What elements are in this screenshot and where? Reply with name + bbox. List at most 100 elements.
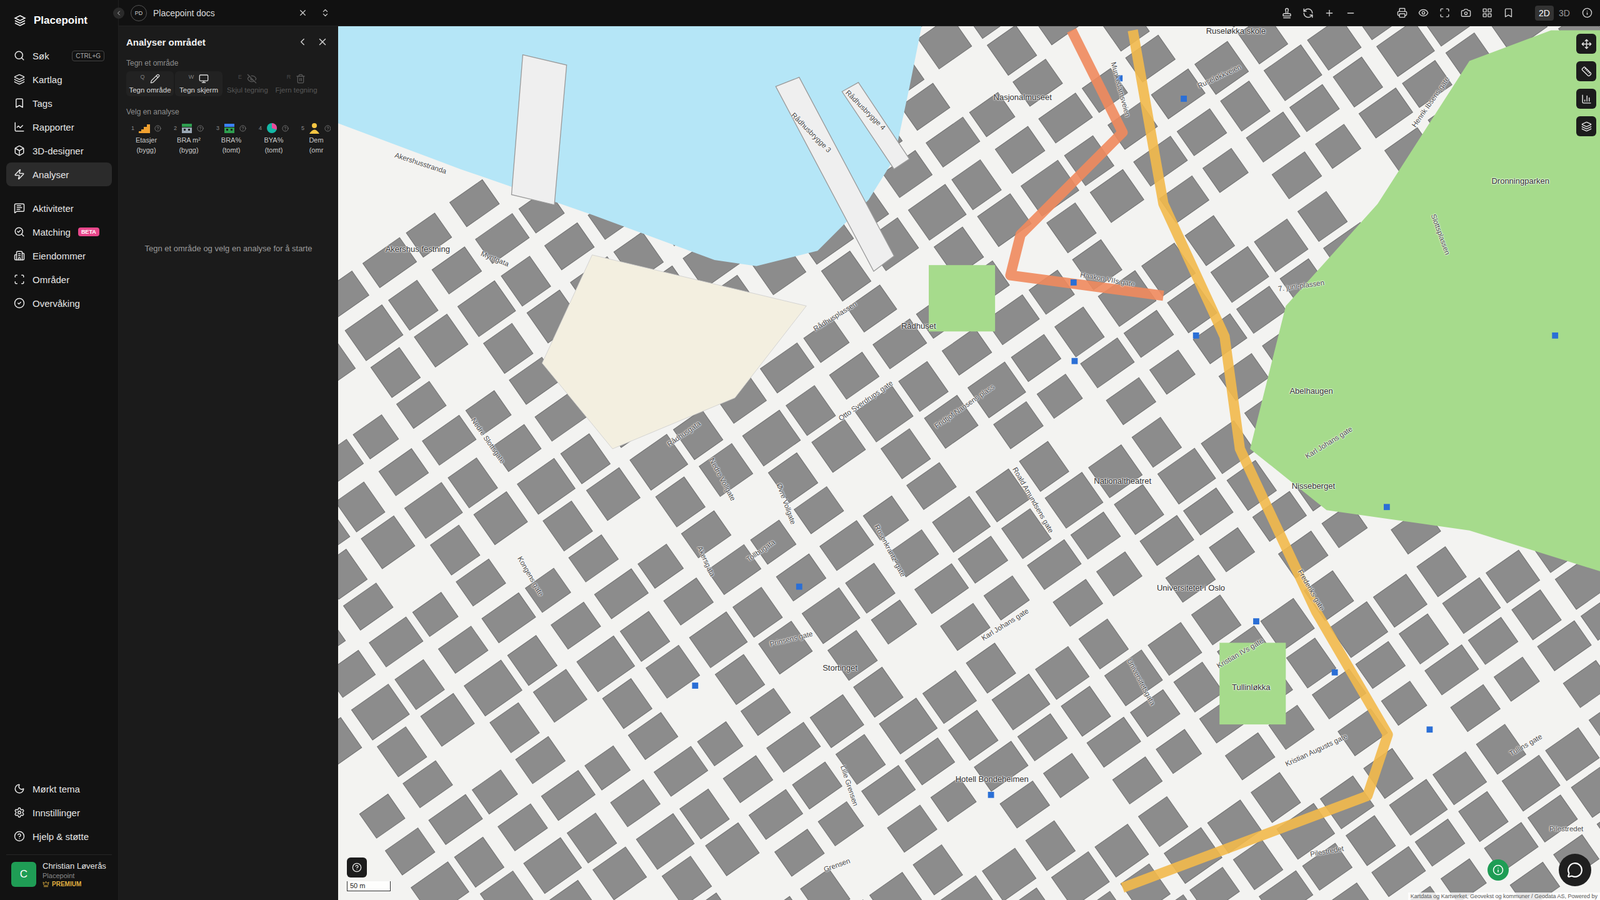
- draw-tool-button[interactable]: ESkjul tegning: [223, 71, 272, 97]
- map-canvas[interactable]: [338, 26, 1600, 900]
- map[interactable]: Ruseløkka skoleNasjonalmuseetMunkedamsve…: [338, 26, 1600, 900]
- help-icon[interactable]: [281, 125, 289, 132]
- view-mode-toggle: 2D3D: [1535, 5, 1574, 21]
- toolbar-button[interactable]: [1342, 5, 1359, 22]
- toolbar-button[interactable]: [1457, 5, 1474, 22]
- street-label: Rådhusplassen: [811, 300, 859, 333]
- sidebar-item[interactable]: Rapporter: [6, 115, 112, 139]
- map-tool-button[interactable]: [1576, 61, 1597, 82]
- user-name: Christian Løverås: [42, 861, 107, 871]
- analysis-label: BYA%: [264, 136, 284, 145]
- draw-tool-button[interactable]: RFjern tegning: [272, 71, 320, 97]
- sidebar-item[interactable]: Mørkt tema: [6, 776, 112, 801]
- help-icon[interactable]: [324, 125, 331, 132]
- sidebar-item[interactable]: Hjelp & støtte: [6, 824, 112, 849]
- place-label: Abelhaugen: [1289, 386, 1333, 396]
- sidebar-item[interactable]: Kartlag: [6, 67, 112, 92]
- analysis-card[interactable]: 4BYA%(tomt): [253, 120, 294, 157]
- close-workspace-button[interactable]: [294, 5, 311, 22]
- view-mode-button[interactable]: 2D: [1535, 5, 1554, 21]
- sidebar-item-label: Aktiviteter: [32, 203, 74, 214]
- street-label: 7. juni-plassen: [1277, 278, 1325, 293]
- sidebar-item[interactable]: Aktiviteter: [6, 196, 112, 220]
- sidebar-item[interactable]: Eiendommer: [6, 243, 112, 268]
- sidebar-item[interactable]: Analyser: [6, 162, 112, 187]
- toolbar-button[interactable]: [1278, 5, 1295, 22]
- collapse-button[interactable]: [113, 7, 125, 19]
- sidebar-item-label: Søk: [32, 50, 50, 62]
- analysis-panel: Analyser områdetTegn et områdeQTegn områ…: [118, 26, 339, 900]
- draw-tool-label: Skjul tegning: [226, 86, 269, 94]
- chat-button[interactable]: [1558, 853, 1592, 887]
- map-tool-button[interactable]: [1576, 116, 1597, 137]
- place-label: Akershus festning: [385, 244, 450, 254]
- user-card[interactable]: CChristian LøveråsPlacepointPREMIUM: [6, 854, 112, 894]
- logo[interactable]: Placepoint: [6, 11, 112, 30]
- screen-icon: [198, 73, 209, 84]
- analysis-label: Etasjer: [135, 136, 157, 145]
- toolbar-button[interactable]: [1300, 5, 1317, 22]
- workspace-switch-button[interactable]: [316, 5, 334, 22]
- sidebar-item[interactable]: MatchingBETA: [6, 220, 112, 244]
- toolbar-button[interactable]: [1500, 5, 1517, 22]
- analysis-number: 4: [258, 125, 262, 132]
- people-icon: [307, 121, 322, 135]
- stairs-icon: [137, 121, 152, 135]
- sidebar-item[interactable]: Innstillinger: [6, 800, 112, 825]
- view-mode-button[interactable]: 3D: [1555, 5, 1574, 21]
- info-button[interactable]: [1487, 859, 1509, 881]
- map-help-button[interactable]: [346, 857, 367, 878]
- bottom-nav: Mørkt temaInnstillingerHjelp & støtte: [6, 776, 112, 849]
- layers-icon: [1581, 121, 1592, 132]
- analysis-card[interactable]: 2BRA m²(bygg): [168, 120, 209, 157]
- map-toolbar: [1576, 33, 1597, 137]
- toolbar-button[interactable]: [1393, 5, 1410, 22]
- toolbar-button[interactable]: [1321, 5, 1338, 22]
- street-label: Roald Amundsens gate: [1011, 465, 1055, 534]
- panel-title: Analyser området: [126, 36, 291, 48]
- toolbar-button[interactable]: [1478, 5, 1495, 22]
- analysis-card[interactable]: 5Dem(omr: [296, 120, 331, 157]
- analysis-card[interactable]: 1Etasjer(bygg): [126, 120, 167, 157]
- sidebar-item-label: Tags: [32, 98, 53, 109]
- bookmark-icon: [1503, 7, 1514, 19]
- chart-icon: [13, 121, 25, 133]
- layers-icon: [13, 73, 25, 85]
- tag-icon: [13, 97, 25, 109]
- street-label: Tollbugata: [745, 538, 777, 564]
- help-icon[interactable]: [196, 125, 204, 132]
- street-label: Rådhusgata: [665, 419, 702, 448]
- search-icon: [13, 50, 25, 62]
- draw-tool-button[interactable]: WTegn skjerm: [175, 71, 223, 97]
- analysis-card[interactable]: 3BRA%(tomt): [211, 120, 252, 157]
- sidebar-item[interactable]: Områder: [6, 267, 112, 292]
- place-label: Rådhuset: [901, 320, 937, 330]
- sidebar-item[interactable]: SøkCTRL+G: [6, 43, 112, 68]
- sidebar-item[interactable]: 3D-designer: [6, 138, 112, 163]
- street-label: Nedre Slottsgate: [469, 416, 507, 465]
- close-panel-button[interactable]: [314, 33, 331, 50]
- help-icon[interactable]: [154, 125, 162, 132]
- beta-badge: BETA: [78, 227, 100, 237]
- analysis-list: 1Etasjer(bygg)2BRA m²(bygg)3BRA%(tomt)4B…: [126, 120, 331, 157]
- zoom-in-icon: [1324, 8, 1335, 19]
- toolbar-button[interactable]: [1436, 5, 1453, 22]
- toolbar-button[interactable]: [1415, 5, 1432, 22]
- back-button[interactable]: [294, 33, 311, 50]
- info-button[interactable]: [1578, 5, 1595, 22]
- street-label: Rosenkrantz' gate: [873, 523, 907, 579]
- sidebar-item[interactable]: Overvåking: [6, 291, 112, 315]
- workspace-name[interactable]: Placepoint docs: [153, 8, 289, 19]
- draw-tool-button[interactable]: QTegn område: [126, 71, 174, 97]
- draw-tools: QTegn områdeWTegn skjermESkjul tegningRF…: [126, 71, 331, 97]
- help-icon[interactable]: [239, 125, 247, 132]
- lightning-icon: [13, 168, 25, 180]
- street-label: Akersgata: [696, 545, 717, 578]
- street-label: Fridtjof Nansens plass: [933, 382, 996, 430]
- sidebar-item[interactable]: Tags: [6, 91, 112, 115]
- sidebar-item-label: Eiendommer: [32, 250, 86, 262]
- map-tool-button[interactable]: [1576, 33, 1597, 54]
- map-tool-button[interactable]: [1576, 88, 1597, 109]
- zoom-out-icon: [1345, 8, 1356, 19]
- sidebar: Placepoint SøkCTRL+GKartlag Tags Rapporter3…: [0, 0, 119, 900]
